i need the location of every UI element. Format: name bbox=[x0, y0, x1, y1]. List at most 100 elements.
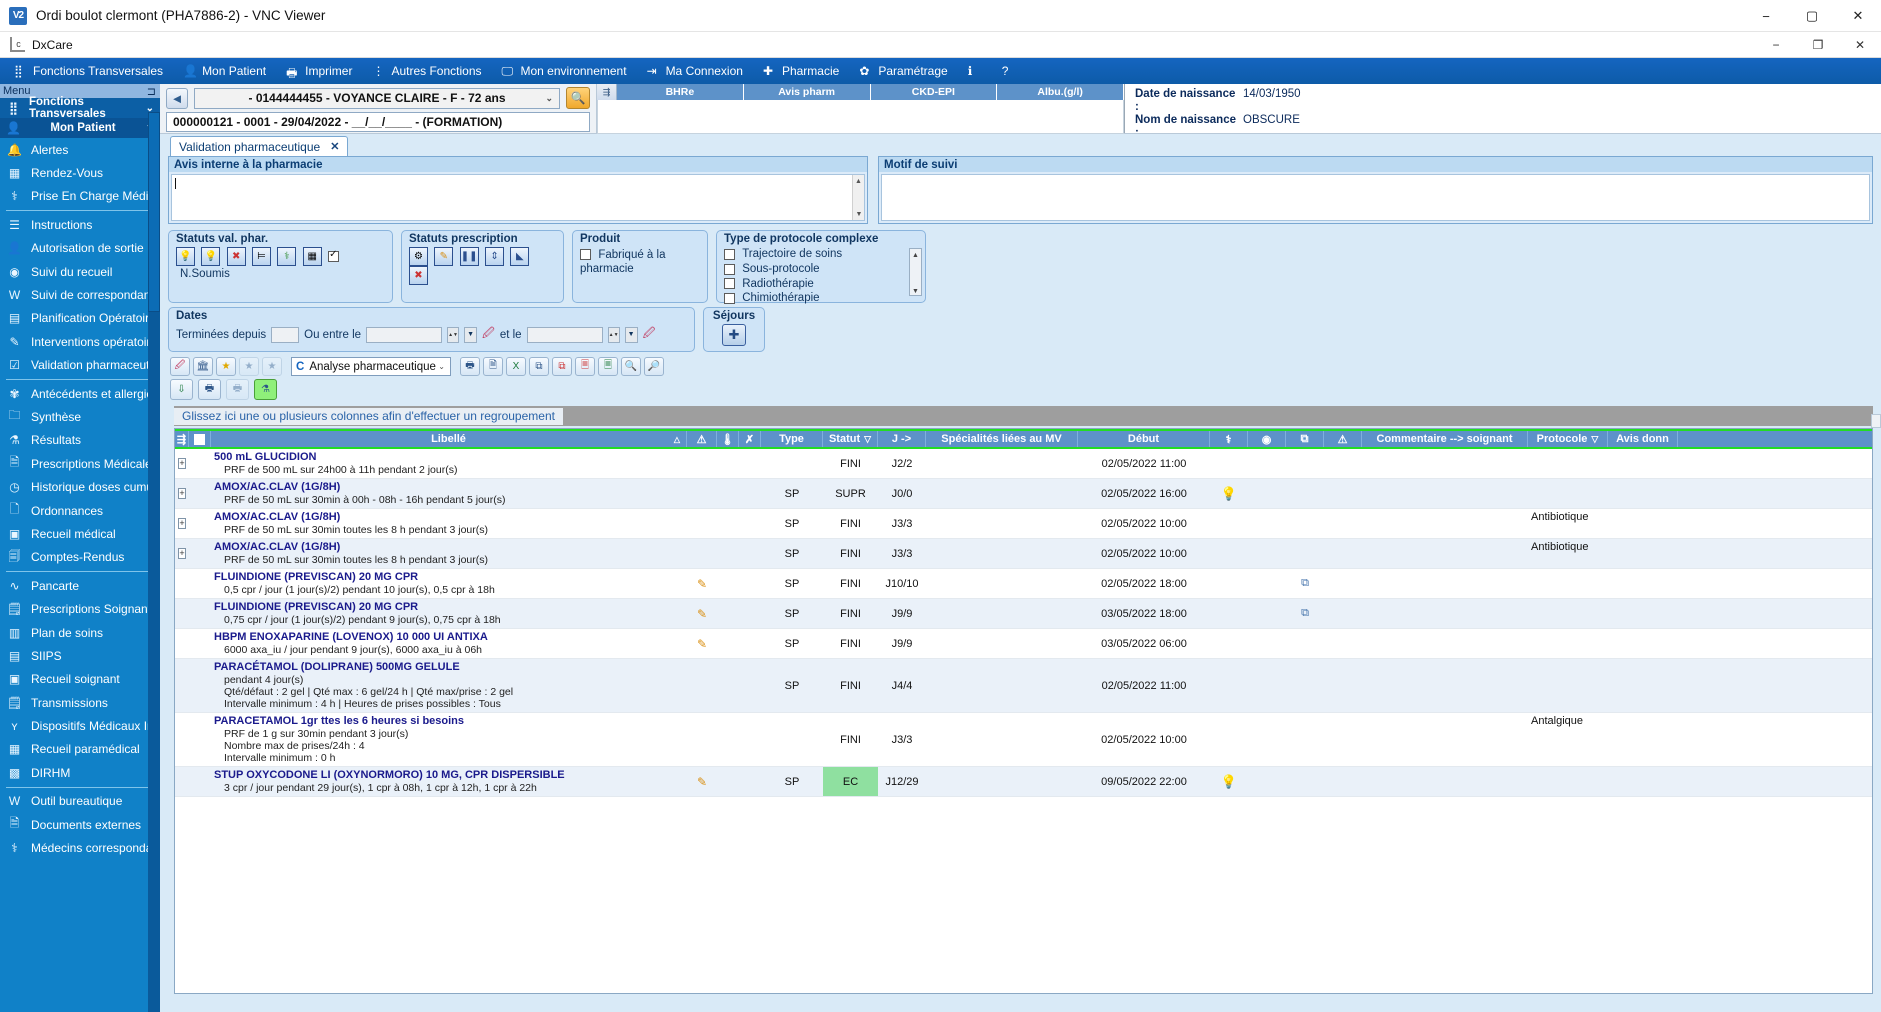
sidebar-item-pancarte[interactable]: ∿ Pancarte bbox=[0, 574, 160, 597]
row-select-cell[interactable] bbox=[189, 449, 211, 478]
row-copy-cell[interactable] bbox=[1286, 539, 1324, 568]
export-doc-icon[interactable]: 🗎 bbox=[483, 357, 503, 376]
row-expander-cell[interactable] bbox=[175, 599, 189, 628]
close-icon[interactable]: ✕ bbox=[330, 140, 339, 153]
zoom-add-icon[interactable]: 🔎 bbox=[644, 357, 664, 376]
sidebar-item-validation-pharmaceuti[interactable]: ☑ Validation pharmaceuti... bbox=[0, 354, 160, 377]
row-expander-cell[interactable] bbox=[175, 659, 189, 712]
grid-column-header-commentaire[interactable]: Commentaire --> soignant bbox=[1362, 431, 1528, 447]
grid-column-header-c1[interactable]: ⚕ bbox=[1210, 431, 1248, 447]
grid-column-header-avisdonne[interactable]: Avis donn bbox=[1608, 431, 1678, 447]
sidebar-item-transmissions[interactable]: 🗒 Transmissions bbox=[0, 691, 160, 714]
bulb-icon[interactable]: 💡 bbox=[1221, 486, 1237, 502]
copy-red-icon[interactable]: ⧉ bbox=[552, 357, 572, 376]
table-row[interactable]: + AMOX/AC.CLAV (1G/8H) PRF de 50 mL sur 30… bbox=[175, 479, 1872, 509]
indicator-tab-ckd-epi[interactable]: CKD-EPI bbox=[870, 84, 998, 100]
row-alert-cell[interactable]: ✎ bbox=[687, 599, 717, 628]
row-select-cell[interactable] bbox=[189, 539, 211, 568]
row-alert-cell[interactable] bbox=[687, 509, 717, 538]
row-eye-cell[interactable] bbox=[1248, 629, 1286, 658]
grid-column-header-c3[interactable]: ⧉ bbox=[1286, 431, 1324, 447]
grid-column-header-jour[interactable]: J -> bbox=[878, 431, 926, 447]
sidebar-item-dispositifs-m-dicaux-im[interactable]: ʏ Dispositifs Médicaux Im... bbox=[0, 714, 160, 737]
ramp-icon[interactable]: ◣ bbox=[510, 247, 530, 266]
sidebar-group-fonctions-transversales[interactable]: ⣿ Fonctions Transversales ⌄ bbox=[0, 96, 160, 120]
sidebar-item-ant-c-dents-et-allergies[interactable]: ✾ Antécédents et allergies bbox=[0, 382, 160, 405]
protocole-option-sous-protocole[interactable]: Sous-protocole bbox=[724, 262, 918, 277]
filter-icon[interactable]: ▽ bbox=[864, 434, 871, 445]
trajectoire-checkbox[interactable] bbox=[724, 248, 735, 260]
star-plus-icon[interactable]: ★ bbox=[216, 357, 236, 376]
sidebar-item-interventions-op-ratoires[interactable]: ✎ Interventions opératoires bbox=[0, 330, 160, 353]
row-select-cell[interactable] bbox=[189, 713, 211, 766]
date-to-spinner[interactable]: ▲▼ bbox=[607, 326, 620, 343]
row-alert-cell[interactable]: ✎ bbox=[687, 569, 717, 598]
protocole-option-radiotherapie[interactable]: Radiothérapie bbox=[724, 277, 918, 292]
grid-column-header-libelle[interactable]: Libellé △ bbox=[211, 431, 687, 447]
eraser-icon[interactable]: 🖉 bbox=[170, 357, 190, 376]
sort-ascending-icon[interactable]: △ bbox=[674, 435, 680, 444]
sidebar-item-prescriptions-m-dicales[interactable]: 🗎 Prescriptions Médicales bbox=[0, 452, 160, 475]
sous-protocole-checkbox[interactable] bbox=[724, 263, 735, 275]
row-copy-cell[interactable] bbox=[1286, 713, 1324, 766]
row-bulb-cell[interactable] bbox=[1210, 599, 1248, 628]
date-from-dropdown-icon[interactable]: ▼ bbox=[464, 326, 478, 343]
date-to-input[interactable] bbox=[526, 326, 603, 343]
row-eye-cell[interactable] bbox=[1248, 713, 1286, 766]
row-select-cell[interactable] bbox=[189, 629, 211, 658]
analysis-select[interactable]: C Analyse pharmaceutique ⌄ bbox=[291, 357, 451, 376]
row-red-alert-cell[interactable] bbox=[1324, 509, 1362, 538]
date-to-dropdown-icon[interactable]: ▼ bbox=[624, 326, 638, 343]
bulb-green-icon[interactable]: 💡 bbox=[201, 247, 221, 266]
sidebar-item-ordonnances[interactable]: 🗋 Ordonnances bbox=[0, 499, 160, 522]
row-bulb-cell[interactable] bbox=[1210, 509, 1248, 538]
molecule-icon[interactable]: ⚕ bbox=[277, 247, 297, 266]
pencil-icon[interactable]: ✎ bbox=[434, 247, 454, 266]
sidebar-item-siips[interactable]: ▤ SIIPS bbox=[0, 644, 160, 667]
indicator-tab-bhre[interactable]: BHRe bbox=[617, 84, 744, 100]
magnifier-icon[interactable]: 🔍 bbox=[566, 87, 590, 109]
content-scroll-handle[interactable] bbox=[1871, 414, 1881, 428]
row-alert-cell[interactable]: ✎ bbox=[687, 629, 717, 658]
minimize-icon[interactable]: − bbox=[1743, 0, 1789, 32]
pencil-alert-icon[interactable]: ✎ bbox=[697, 607, 707, 621]
row-expander-cell[interactable] bbox=[175, 767, 189, 796]
menu-item-imprimer[interactable]: 🖶 Imprimer bbox=[276, 58, 362, 84]
row-copy-cell[interactable] bbox=[1286, 767, 1324, 796]
sidebar-item-recueil-param-dical[interactable]: ▦ Recueil paramédical bbox=[0, 738, 160, 761]
menu-item-info[interactable]: ℹ bbox=[958, 58, 992, 84]
row-copy-cell[interactable]: ⧉ bbox=[1286, 569, 1324, 598]
row-bulb-cell[interactable] bbox=[1210, 569, 1248, 598]
radiotherapie-checkbox[interactable] bbox=[724, 278, 735, 290]
menu-item-autres-fonctions[interactable]: ⋮ Autres Fonctions bbox=[362, 58, 491, 84]
row-select-cell[interactable] bbox=[189, 509, 211, 538]
row-red-alert-cell[interactable] bbox=[1324, 569, 1362, 598]
row-copy-cell[interactable] bbox=[1286, 629, 1324, 658]
sidebar-item-r-sultats[interactable]: ⚗ Résultats bbox=[0, 429, 160, 452]
grid-column-header-fridge[interactable]: 🌡 bbox=[717, 431, 739, 447]
expand-icon[interactable]: + bbox=[178, 548, 186, 559]
table-row[interactable]: + AMOX/AC.CLAV (1G/8H) PRF de 50 mL sur 30… bbox=[175, 539, 1872, 569]
date-from-input[interactable] bbox=[366, 326, 443, 343]
tab-validation-pharmaceutique[interactable]: Validation pharmaceutique ✕ bbox=[170, 136, 349, 156]
chimiotherapie-checkbox[interactable] bbox=[724, 293, 735, 305]
scroll-up-icon[interactable]: ▲ bbox=[853, 175, 864, 187]
stay-field[interactable]: 000000121 - 0001 - 29/04/2022 - __/__/__… bbox=[166, 112, 590, 132]
row-eye-cell[interactable] bbox=[1248, 569, 1286, 598]
pencil-alert-icon[interactable]: ✎ bbox=[697, 775, 707, 789]
grid-column-header-type[interactable]: Type bbox=[761, 431, 823, 447]
row-bulb-cell[interactable] bbox=[1210, 659, 1248, 712]
row-eye-cell[interactable] bbox=[1248, 479, 1286, 508]
sidebar-item-recueil-soignant[interactable]: ▣ Recueil soignant bbox=[0, 668, 160, 691]
print-icon[interactable]: 🖶 bbox=[460, 357, 480, 376]
row-bulb-cell[interactable] bbox=[1210, 539, 1248, 568]
row-red-alert-cell[interactable] bbox=[1324, 479, 1362, 508]
maximize-icon[interactable]: ▢ bbox=[1789, 0, 1835, 32]
table-row[interactable]: FLUINDIONE (PREVISCAN) 20 MG CPR 0,75 cpr… bbox=[175, 599, 1872, 629]
row-expander-cell[interactable] bbox=[175, 713, 189, 766]
row-copy-cell[interactable] bbox=[1286, 659, 1324, 712]
row-select-cell[interactable] bbox=[189, 599, 211, 628]
table-row[interactable]: HBPM ENOXAPARINE (LOVENOX) 10 000 UI ANT… bbox=[175, 629, 1872, 659]
grid-column-header-ban[interactable]: ✗ bbox=[739, 431, 761, 447]
row-expander-cell[interactable]: + bbox=[175, 449, 189, 478]
